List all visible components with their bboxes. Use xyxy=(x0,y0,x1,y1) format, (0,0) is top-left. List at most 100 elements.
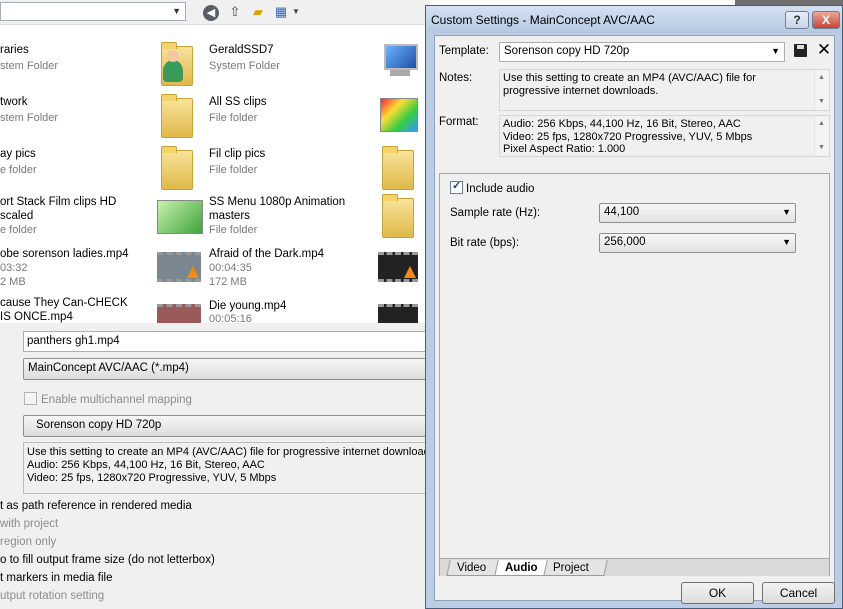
include-audio-checkbox[interactable]: Include audio xyxy=(450,179,535,195)
file-item-folder-right[interactable] xyxy=(378,144,418,194)
chevron-down-icon: ▼ xyxy=(292,7,300,16)
notes-scrollbar[interactable]: ▲ ▼ xyxy=(814,70,829,110)
template-select-value: Sorenson copy HD 720p xyxy=(504,45,630,57)
tab-label: Audio xyxy=(505,562,538,574)
option-stretch-video[interactable]: o to fill output frame size (do not lett… xyxy=(0,554,215,566)
file-item-folder-right-2[interactable] xyxy=(378,192,418,242)
save-as-type-combo[interactable]: MainConcept AVC/AAC (*.mp4) xyxy=(23,358,433,380)
delete-template-button[interactable]: ✕ xyxy=(815,40,833,60)
file-item-afraid-of-the-dark[interactable]: Afraid of the Dark.mp4 00:04:35 172 MB xyxy=(157,244,397,294)
file-name-line2: IS ONCE.mp4 xyxy=(0,311,73,323)
file-name: SS Menu 1080p Animation xyxy=(209,196,346,208)
tab-label: Project xyxy=(553,562,589,574)
help-button[interactable]: ? xyxy=(785,11,809,29)
scroll-up-icon[interactable]: ▲ xyxy=(818,72,825,85)
save-template-button[interactable] xyxy=(793,43,809,59)
video-file-icon xyxy=(378,296,418,323)
file-name-line2: masters xyxy=(209,210,250,222)
close-button[interactable]: X xyxy=(812,11,840,29)
views-grid-icon: ▦ xyxy=(274,4,288,19)
option-save-markers[interactable]: t markers in media file xyxy=(0,572,112,584)
file-duration: 00:05:16 xyxy=(209,313,252,323)
file-item-computer[interactable] xyxy=(378,40,418,90)
format-line: Audio: 256 Kbps, 44,100 Hz, 16 Bit, Ster… xyxy=(503,118,741,130)
scroll-down-icon[interactable]: ▼ xyxy=(818,96,825,109)
file-item-die-young[interactable]: Die young.mp4 00:05:16 xyxy=(157,296,397,323)
new-folder-button[interactable]: ▰ xyxy=(249,3,267,21)
file-type: stem Folder xyxy=(0,60,59,72)
scroll-up-icon[interactable]: ▲ xyxy=(818,118,825,131)
cancel-button[interactable]: Cancel xyxy=(762,582,835,604)
description-line: Use this setting to create an MP4 (AVC/A… xyxy=(27,446,433,458)
format-textarea[interactable]: Audio: 256 Kbps, 44,100 Hz, 16 Bit, Ster… xyxy=(499,115,830,157)
option-rotation-setting[interactable]: utput rotation setting xyxy=(0,590,104,602)
floppy-disk-icon xyxy=(794,44,807,57)
notes-textarea[interactable]: Use this setting to create an MP4 (AVC/A… xyxy=(499,69,830,111)
file-type: File folder xyxy=(209,112,258,124)
video-file-icon xyxy=(157,244,201,290)
bit-rate-value: 256,000 xyxy=(604,236,646,248)
tab-audio[interactable]: Audio xyxy=(494,560,548,576)
bit-rate-dropdown[interactable]: 256,000 ▼ xyxy=(599,233,796,253)
file-name: Fil clip pics xyxy=(209,148,266,160)
template-combo[interactable]: Sorenson copy HD 720p xyxy=(23,415,433,437)
sample-rate-dropdown[interactable]: 44,100 ▼ xyxy=(599,203,796,223)
file-item-video-right[interactable] xyxy=(378,244,418,294)
notes-label: Notes: xyxy=(439,72,473,84)
file-item-video-right-2[interactable] xyxy=(378,296,418,323)
multichannel-checkbox[interactable]: Enable multichannel mapping xyxy=(24,392,192,408)
up-folder-button[interactable]: ⇧ xyxy=(226,3,244,21)
chevron-down-icon: ▼ xyxy=(782,207,791,217)
video-file-icon xyxy=(378,244,418,290)
image-thumbnail-icon xyxy=(378,92,418,138)
tab-video[interactable]: Video xyxy=(446,560,500,576)
template-description: Use this setting to create an MP4 (AVC/A… xyxy=(23,442,433,494)
file-item-all-ss-clips[interactable]: All SS clips File folder xyxy=(157,92,397,142)
format-scrollbar[interactable]: ▲ ▼ xyxy=(814,116,829,156)
video-file-icon xyxy=(157,296,201,323)
file-item-ss-menu[interactable]: SS Menu 1080p Animation masters File fol… xyxy=(157,192,397,242)
filename-input[interactable]: panthers gh1.mp4 xyxy=(23,331,433,352)
template-select[interactable]: Sorenson copy HD 720p ▼ xyxy=(499,42,785,62)
user-folder-icon xyxy=(157,40,201,86)
file-name: ay pics xyxy=(0,148,36,160)
save-as-type-value: MainConcept AVC/AAC (*.mp4) xyxy=(28,362,189,374)
file-name: cause They Can-CHECK xyxy=(0,297,128,309)
path-combo[interactable]: ▼ xyxy=(0,2,186,21)
description-line: Video: 25 fps, 1280x720 Progressive, YUV… xyxy=(27,472,277,484)
option-region-only[interactable]: region only xyxy=(0,536,56,548)
new-folder-icon: ▰ xyxy=(253,4,263,19)
format-label: Format: xyxy=(439,116,479,128)
back-arrow-icon: ◀ xyxy=(203,5,219,21)
ok-button[interactable]: OK xyxy=(681,582,754,604)
dialog-titlebar[interactable]: Custom Settings - MainConcept AVC/AAC ? … xyxy=(426,6,842,33)
format-line: Pixel Aspect Ratio: 1.000 xyxy=(503,143,626,155)
file-type: e folder xyxy=(0,164,37,176)
views-button[interactable]: ▦ xyxy=(272,3,290,21)
folder-icon xyxy=(157,144,201,190)
tab-project[interactable]: Project xyxy=(542,560,608,576)
option-with-project[interactable]: with project xyxy=(0,518,58,530)
file-item-fil-clip-pics[interactable]: Fil clip pics File folder xyxy=(157,144,397,194)
file-name: All SS clips xyxy=(209,96,267,108)
back-button[interactable]: ◀ xyxy=(202,3,220,21)
checkbox-icon xyxy=(24,392,37,405)
file-name: ort Stack Film clips HD xyxy=(0,196,117,208)
bit-rate-label: Bit rate (bps): xyxy=(450,237,520,249)
checkmark-icon xyxy=(450,179,463,194)
file-item-photo[interactable] xyxy=(378,92,418,142)
option-path-reference[interactable]: t as path reference in rendered media xyxy=(0,500,192,512)
chevron-down-icon: ▼ xyxy=(782,237,791,247)
up-folder-icon: ⇧ xyxy=(229,4,241,19)
file-name: Afraid of the Dark.mp4 xyxy=(209,248,325,260)
file-item-geraldssd7[interactable]: GeraldSSD7 System Folder xyxy=(157,40,397,90)
file-name: obe sorenson ladies.mp4 xyxy=(0,248,129,260)
include-audio-label: Include audio xyxy=(466,183,535,195)
audio-tab-panel: Include audio Sample rate (Hz): 44,100 ▼… xyxy=(439,173,830,576)
file-type: stem Folder xyxy=(0,112,59,124)
template-value: Sorenson copy HD 720p xyxy=(36,419,162,431)
chevron-down-icon[interactable]: ▼ xyxy=(172,6,181,16)
views-dropdown-arrow[interactable]: ▼ xyxy=(291,3,301,21)
scroll-down-icon[interactable]: ▼ xyxy=(818,142,825,155)
file-size: 172 MB xyxy=(209,276,247,288)
